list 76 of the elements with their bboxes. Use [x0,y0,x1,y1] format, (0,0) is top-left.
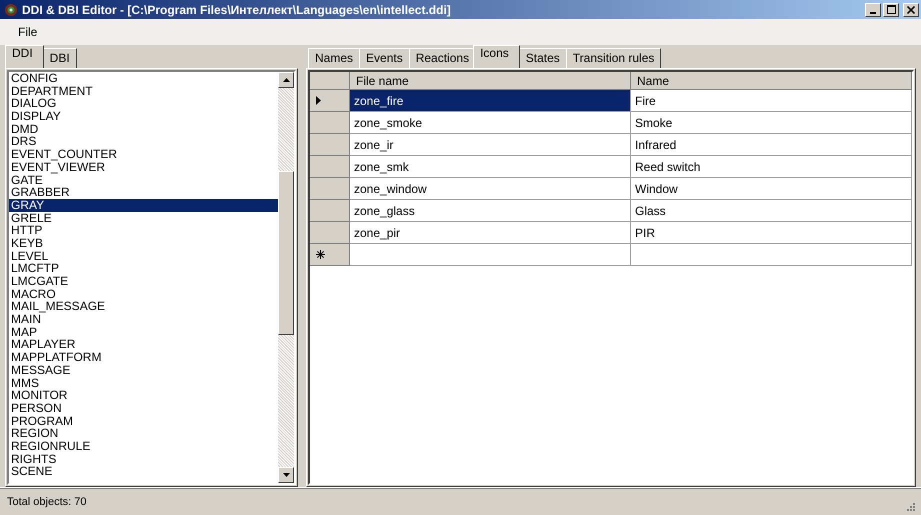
list-item[interactable]: GRAY [9,198,278,212]
list-item[interactable]: MONITOR [9,389,278,402]
list-item[interactable]: LMCFTP [9,262,278,275]
table-cell[interactable]: zone_window [350,178,631,200]
maximize-button[interactable] [883,2,899,16]
list-item[interactable]: GRABBER [9,186,278,199]
current-row-icon [316,96,321,105]
table-cell[interactable]: Smoke [631,112,912,134]
table-cell[interactable]: Window [631,178,912,200]
list-item[interactable]: LMCGATE [9,275,278,288]
list-item[interactable]: MACRO [9,288,278,300]
column-header[interactable]: Name [631,72,912,90]
list-item[interactable]: LEVEL [9,250,278,262]
tab[interactable]: Transition rules [566,48,662,68]
tab[interactable]: Names [308,48,360,68]
list-item[interactable]: PROGRAM [9,414,278,428]
scroll-up-button[interactable] [278,72,294,88]
close-button[interactable] [903,2,919,16]
maximize-icon [886,5,896,14]
tab[interactable]: Icons [473,45,520,68]
list-item[interactable]: EVENT_VIEWER [9,160,278,174]
minimize-button[interactable] [865,2,881,16]
table-cell[interactable]: zone_fire [350,90,631,112]
list-item[interactable]: MESSAGE [9,364,278,376]
table-cell[interactable]: zone_glass [350,200,631,222]
scroll-down-button[interactable] [278,467,294,483]
resize-grip-icon [905,501,915,511]
list-item[interactable]: CONFIG [9,72,278,85]
table-cell[interactable]: zone_smk [350,156,631,178]
list-item[interactable]: REGION [9,427,278,440]
up-arrow-icon [282,78,290,82]
table-cell[interactable]: Reed switch [631,156,912,178]
table-cell[interactable]: Fire [631,90,912,112]
row-header[interactable] [310,244,350,266]
down-arrow-icon [282,473,290,477]
app-icon [4,2,18,16]
list-item[interactable]: DRS [9,135,278,148]
table-cell[interactable]: PIR [631,222,912,244]
window-title: DDI & DBI Editor - [C:\Program Files\Интеллект\Languages\en\intellect.ddi] [22,2,452,16]
table-cell[interactable]: zone_pir [350,222,631,244]
list-item[interactable]: MAIL_MESSAGE [9,300,278,314]
list-item[interactable]: EVENT_COUNTER [9,148,278,161]
table-cell[interactable]: zone_smoke [350,112,631,134]
list-item[interactable]: HTTP [9,224,278,237]
list-item[interactable]: GRELE [9,212,278,224]
list-item[interactable]: SCENE [9,465,278,478]
minimize-icon [870,12,876,14]
table-cell[interactable] [350,244,631,266]
list-item[interactable]: MAPLAYER [9,338,278,352]
row-header[interactable] [310,90,350,112]
list-item[interactable]: DISPLAY [9,110,278,123]
asterisk-icon [316,250,325,259]
list-item[interactable]: RIGHTS [9,452,278,466]
close-icon [907,6,915,14]
list-item[interactable]: DEPARTMENT [9,84,278,98]
scroll-thumb[interactable] [278,171,294,335]
tab[interactable]: DDI [5,45,44,68]
list-item[interactable]: GATE [9,174,278,186]
list-item[interactable]: REGIONRULE [9,440,278,453]
list-item[interactable]: MAIN [9,313,278,326]
menu-item[interactable]: File [13,23,42,41]
table-cell[interactable]: Glass [631,200,912,222]
tab[interactable]: DBI [42,48,77,68]
table-cell[interactable]: zone_ir [350,134,631,156]
column-header[interactable]: File name [350,72,631,90]
table-cell[interactable]: Infrared [631,134,912,156]
list-item[interactable]: MAP [9,326,278,338]
status-text: Total objects: 70 [7,496,86,508]
list-item[interactable]: KEYB [9,236,278,250]
tab[interactable]: Events [359,48,410,68]
list-item[interactable]: MMS [9,376,278,390]
list-item[interactable]: PERSON [9,402,278,415]
table-cell[interactable] [631,244,912,266]
list-item[interactable]: DIALOG [9,97,278,110]
list-item[interactable]: DMD [9,122,278,136]
list-item[interactable]: MAPPLATFORM [9,351,278,364]
